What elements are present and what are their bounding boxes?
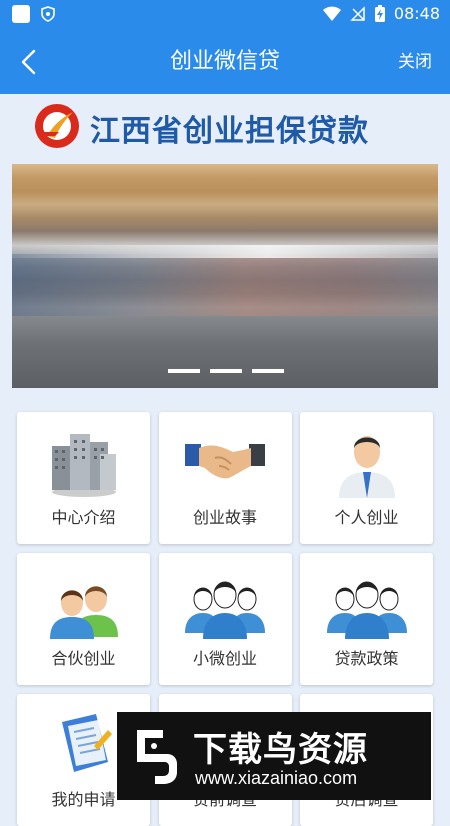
handshake-icon: [185, 444, 265, 479]
menu-item-startup-stories[interactable]: 创业故事: [158, 412, 292, 544]
brand-logo-icon: [35, 104, 79, 148]
team-icon: [185, 581, 265, 639]
team-icon: [326, 581, 407, 639]
image-carousel[interactable]: [12, 164, 438, 388]
menu-item-label: 中心介绍: [51, 508, 116, 527]
app-header: 创业微信贷 关闭: [0, 30, 450, 94]
close-button[interactable]: 关闭: [398, 30, 432, 94]
document-icon: [61, 714, 112, 772]
menu-item-label: 个人创业: [334, 508, 399, 527]
wifi-icon: [322, 6, 341, 21]
shield-icon: [41, 6, 55, 22]
carousel-dot-2[interactable]: [210, 369, 242, 373]
carousel-indicators: [168, 369, 284, 373]
carousel-dot-3[interactable]: [252, 369, 284, 373]
battery-charging-icon: [374, 4, 385, 22]
brand-banner: 江西省创业担保贷款: [0, 94, 450, 164]
carousel-dot-1[interactable]: [168, 369, 200, 373]
menu-item-label: 贷款政策: [334, 649, 399, 668]
watermark-overlay: 下载鸟资源 www.xiazainiao.com: [117, 712, 431, 800]
watermark-url: www.xiazainiao.com: [195, 768, 358, 788]
businessman-icon: [338, 436, 395, 498]
menu-item-personal-startup[interactable]: 个人创业: [300, 412, 433, 544]
watermark-title: 下载鸟资源: [193, 730, 368, 770]
menu-item-label: 合伙创业: [51, 649, 116, 668]
notification-icon: [12, 5, 30, 23]
menu-item-label: 小微创业: [192, 649, 257, 668]
menu-item-micro-startup[interactable]: 小微创业: [158, 553, 292, 685]
menu-item-partnership-startup[interactable]: 合伙创业: [17, 553, 150, 685]
bird-logo-icon: [137, 730, 177, 784]
page-title: 创业微信贷: [169, 49, 280, 74]
clock: 08:48: [393, 4, 440, 23]
menu-item-label: 创业故事: [192, 508, 257, 527]
menu-item-loan-policy[interactable]: 贷款政策: [300, 553, 433, 685]
menu-item-center-intro[interactable]: 中心介绍: [17, 412, 150, 544]
partners-icon: [49, 586, 118, 639]
buildings-icon: [51, 434, 116, 497]
no-signal-icon: [350, 5, 365, 21]
brand-title: 江西省创业担保贷款: [90, 114, 369, 149]
status-bar: 08:48: [0, 0, 450, 30]
